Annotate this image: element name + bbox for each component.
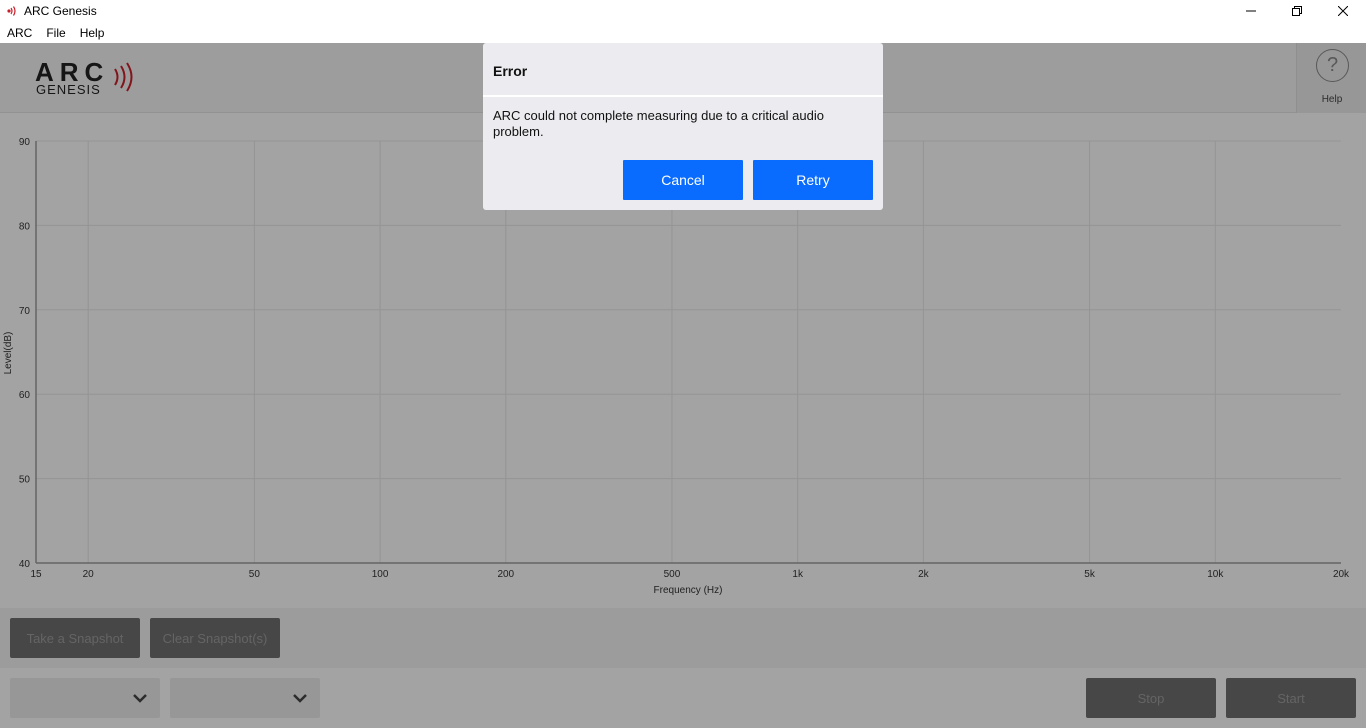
menu-arc[interactable]: ARC: [7, 26, 32, 40]
close-icon[interactable]: [1320, 0, 1366, 22]
app-icon: [6, 5, 18, 17]
minimize-icon[interactable]: [1228, 0, 1274, 22]
title-bar: ARC Genesis: [0, 0, 1366, 22]
retry-button[interactable]: Retry: [753, 160, 873, 200]
menu-help[interactable]: Help: [80, 26, 105, 40]
restore-icon[interactable]: [1274, 0, 1320, 22]
dialog-message: ARC could not complete measuring due to …: [493, 108, 824, 139]
dialog-divider: [483, 95, 883, 97]
error-dialog: Error ARC could not complete measuring d…: [483, 43, 883, 210]
menu-bar: ARC File Help: [0, 22, 1366, 43]
window-title: ARC Genesis: [24, 4, 97, 18]
dialog-title: Error: [493, 63, 528, 79]
cancel-button[interactable]: Cancel: [623, 160, 743, 200]
menu-file[interactable]: File: [46, 26, 65, 40]
